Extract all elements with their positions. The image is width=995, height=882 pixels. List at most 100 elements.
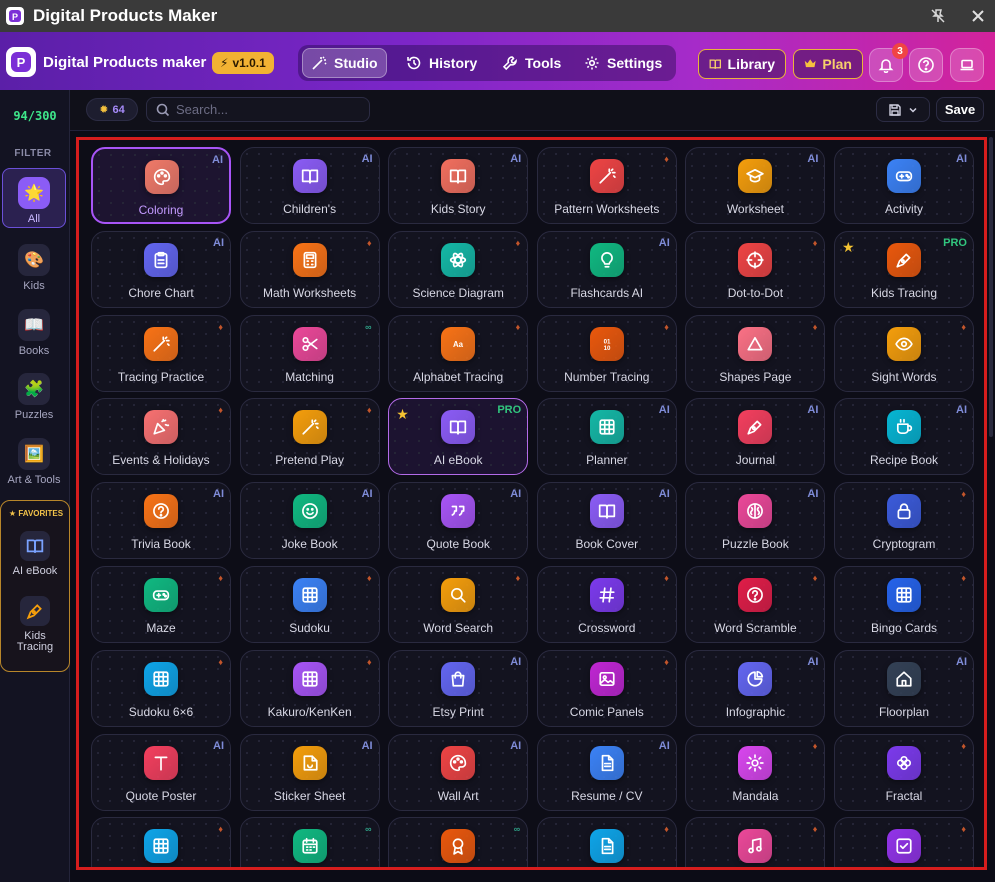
product-card-word-scramble[interactable]: Word Scramble ♦ [685, 566, 826, 643]
product-card-puzzle-book[interactable]: Puzzle Book AI [685, 482, 826, 560]
product-card-quote-book[interactable]: Quote Book AI [388, 482, 529, 560]
save-options-dropdown[interactable] [876, 97, 930, 122]
grid-scrollbar[interactable] [989, 137, 993, 437]
product-card-label: Pretend Play [275, 453, 344, 468]
product-card-fractal[interactable]: Fractal ♦ [834, 733, 974, 811]
mug-icon [887, 410, 921, 445]
product-card-book-cover[interactable]: Book Cover AI [536, 482, 677, 560]
credits-badge: ✹ 64 [86, 98, 138, 121]
product-card-kids-tracing[interactable]: Kids Tracing PRO ★ [834, 230, 974, 308]
nav-label: Tools [525, 55, 562, 71]
product-card-infographic[interactable]: Infographic AI [685, 649, 826, 727]
sidebar-item-all[interactable]: 🌟 All [2, 168, 66, 228]
search-input[interactable] [176, 102, 356, 117]
product-card-pattern-worksheets[interactable]: Pattern Worksheets ♦ [536, 147, 677, 224]
sidebar-item-label: Kids [23, 280, 45, 292]
product-card-comic-panels[interactable]: Comic Panels ♦ [536, 649, 677, 727]
product-card-word-search[interactable]: Word Search ♦ [388, 566, 529, 643]
product-card-quote-poster[interactable]: Quote Poster AI [91, 733, 231, 811]
product-card-kakuro-kenken[interactable]: Kakuro/KenKen ♦ [239, 649, 380, 727]
product-card-alphabet-tracing[interactable]: Aa Alphabet Tracing ♦ [388, 314, 529, 392]
product-card-coloring[interactable]: Coloring AI [91, 147, 231, 224]
nav-studio[interactable]: Studio [302, 48, 387, 78]
version-badge: ⚡ v1.0.1 [212, 52, 274, 74]
sidebar-item-kids[interactable]: 🎨 Kids [2, 236, 66, 296]
nav-settings[interactable]: Settings [576, 48, 670, 78]
library-button[interactable]: Library [698, 49, 786, 79]
favorite-item-ai-ebook[interactable]: AI eBook [4, 531, 66, 577]
nav-tools[interactable]: Tools [494, 48, 569, 78]
product-card-cryptogram[interactable]: Cryptogram ♦ [834, 482, 974, 560]
sidebar-item-art-tools[interactable]: 🖼️ Art & Tools [2, 430, 66, 490]
nav-history[interactable]: History [398, 48, 485, 78]
product-card-label: Pattern Worksheets [554, 202, 660, 216]
product-card-events-holidays[interactable]: Events & Holidays ♦ [91, 398, 231, 476]
product-card-resume-cv[interactable]: Resume / CV AI [536, 733, 677, 811]
product-card-maze[interactable]: Maze ♦ [91, 566, 231, 643]
product-card-sight-words[interactable]: Sight Words ♦ [834, 314, 974, 392]
product-card-dot-to-dot[interactable]: Dot-to-Dot ♦ [685, 230, 826, 308]
help-button[interactable] [909, 48, 943, 82]
product-card-music-staff[interactable]: Music Staff♦ [685, 817, 826, 867]
product-card-custom-paper[interactable]: Custom Paper♦ [536, 817, 677, 867]
favorite-star-icon[interactable]: ★ [396, 406, 409, 423]
sidebar-item-puzzles[interactable]: 🧩 Puzzles [2, 365, 66, 425]
product-card-chore-chart[interactable]: Chore Chart AI [91, 230, 231, 308]
grid-icon [887, 578, 921, 612]
pin-icon[interactable] [926, 4, 950, 28]
close-icon[interactable] [966, 4, 990, 28]
product-card-activity[interactable]: Activity AI [834, 147, 974, 224]
product-card-label: Mandala [732, 788, 779, 803]
toolbar: ✹ 64 Save [70, 90, 995, 130]
product-card-number-tracing[interactable]: 01 10 Number Tracing ♦ [536, 314, 677, 392]
product-card-crossword[interactable]: Crossword ♦ [536, 566, 677, 643]
product-card-floorplan[interactable]: Floorplan AI [834, 649, 974, 727]
product-card-pretend-play[interactable]: Pretend Play ♦ [239, 398, 380, 476]
favorite-item-kids-tracing[interactable]: Kids Tracing [4, 596, 66, 653]
palette-icon: 🎨 [18, 244, 50, 276]
wand-icon [292, 410, 327, 445]
product-card-bingo-cards[interactable]: Bingo Cards ♦ [834, 566, 974, 643]
product-card-wall-art[interactable]: Wall Art AI [388, 733, 529, 811]
product-card-ai-ebook[interactable]: AI eBook PRO ★ [388, 398, 529, 476]
sidebar-item-books[interactable]: 📖 Books [2, 301, 66, 361]
notifications-button[interactable]: 3 [869, 43, 908, 82]
product-card-flashcards-ai[interactable]: Flashcards AI AI [536, 230, 677, 308]
toolbar-divider [70, 130, 995, 131]
product-card-mandala[interactable]: Mandala ♦ [685, 733, 826, 811]
product-card-shapes-page[interactable]: Shapes Page ♦ [685, 314, 826, 392]
product-card-habit-tracker[interactable]: Habit Tracker♦ [834, 817, 974, 867]
product-card-certificate[interactable]: Certificate∞ [388, 817, 529, 867]
nav-label: Studio [334, 55, 378, 71]
product-card-kids-story[interactable]: Kids Story AI [388, 147, 529, 224]
product-card-recipe-book[interactable]: Recipe Book AI [834, 398, 974, 476]
display-button[interactable] [950, 48, 984, 82]
ai-badge: AI [361, 153, 373, 165]
product-card-planner[interactable]: Planner AI [536, 398, 677, 476]
product-card-sudoku[interactable]: Sudoku ♦ [239, 566, 380, 643]
product-card-tracing-practice[interactable]: Tracing Practice ♦ [91, 314, 231, 392]
product-card-geo-pattern[interactable]: Geo Pattern♦ [91, 817, 231, 867]
search-box[interactable] [146, 97, 370, 122]
product-card-matching[interactable]: Matching ∞ [239, 314, 380, 392]
product-card-etsy-print[interactable]: Etsy Print AI [388, 649, 529, 727]
gamepad-icon [887, 159, 921, 193]
product-card-journal[interactable]: Journal AI [685, 398, 826, 476]
product-card-label: Events & Holidays [112, 453, 210, 468]
product-card-trivia-book[interactable]: Trivia Book AI [91, 482, 231, 560]
numbers-icon: 01 10 [589, 326, 624, 361]
product-card-children-s[interactable]: Children's AI [239, 147, 380, 224]
save-button[interactable]: Save [936, 97, 984, 122]
plan-button[interactable]: Plan [793, 49, 863, 79]
product-card-label: Infographic [725, 704, 786, 719]
product-card-science-diagram[interactable]: Science Diagram ♦ [388, 230, 529, 308]
product-card-calendar[interactable]: Calendar∞ [239, 817, 380, 867]
product-card-worksheet[interactable]: Worksheet AI [685, 147, 826, 224]
spark-icon: ♦ [812, 824, 818, 835]
product-card-sudoku-6-6[interactable]: Sudoku 6×6 ♦ [91, 649, 231, 727]
product-card-sticker-sheet[interactable]: Sticker Sheet AI [239, 733, 380, 811]
favorite-star-icon[interactable]: ★ [842, 239, 855, 256]
product-card-label: Comic Panels [569, 704, 644, 719]
product-card-math-worksheets[interactable]: Math Worksheets ♦ [239, 230, 380, 308]
product-card-joke-book[interactable]: Joke Book AI [239, 482, 380, 560]
